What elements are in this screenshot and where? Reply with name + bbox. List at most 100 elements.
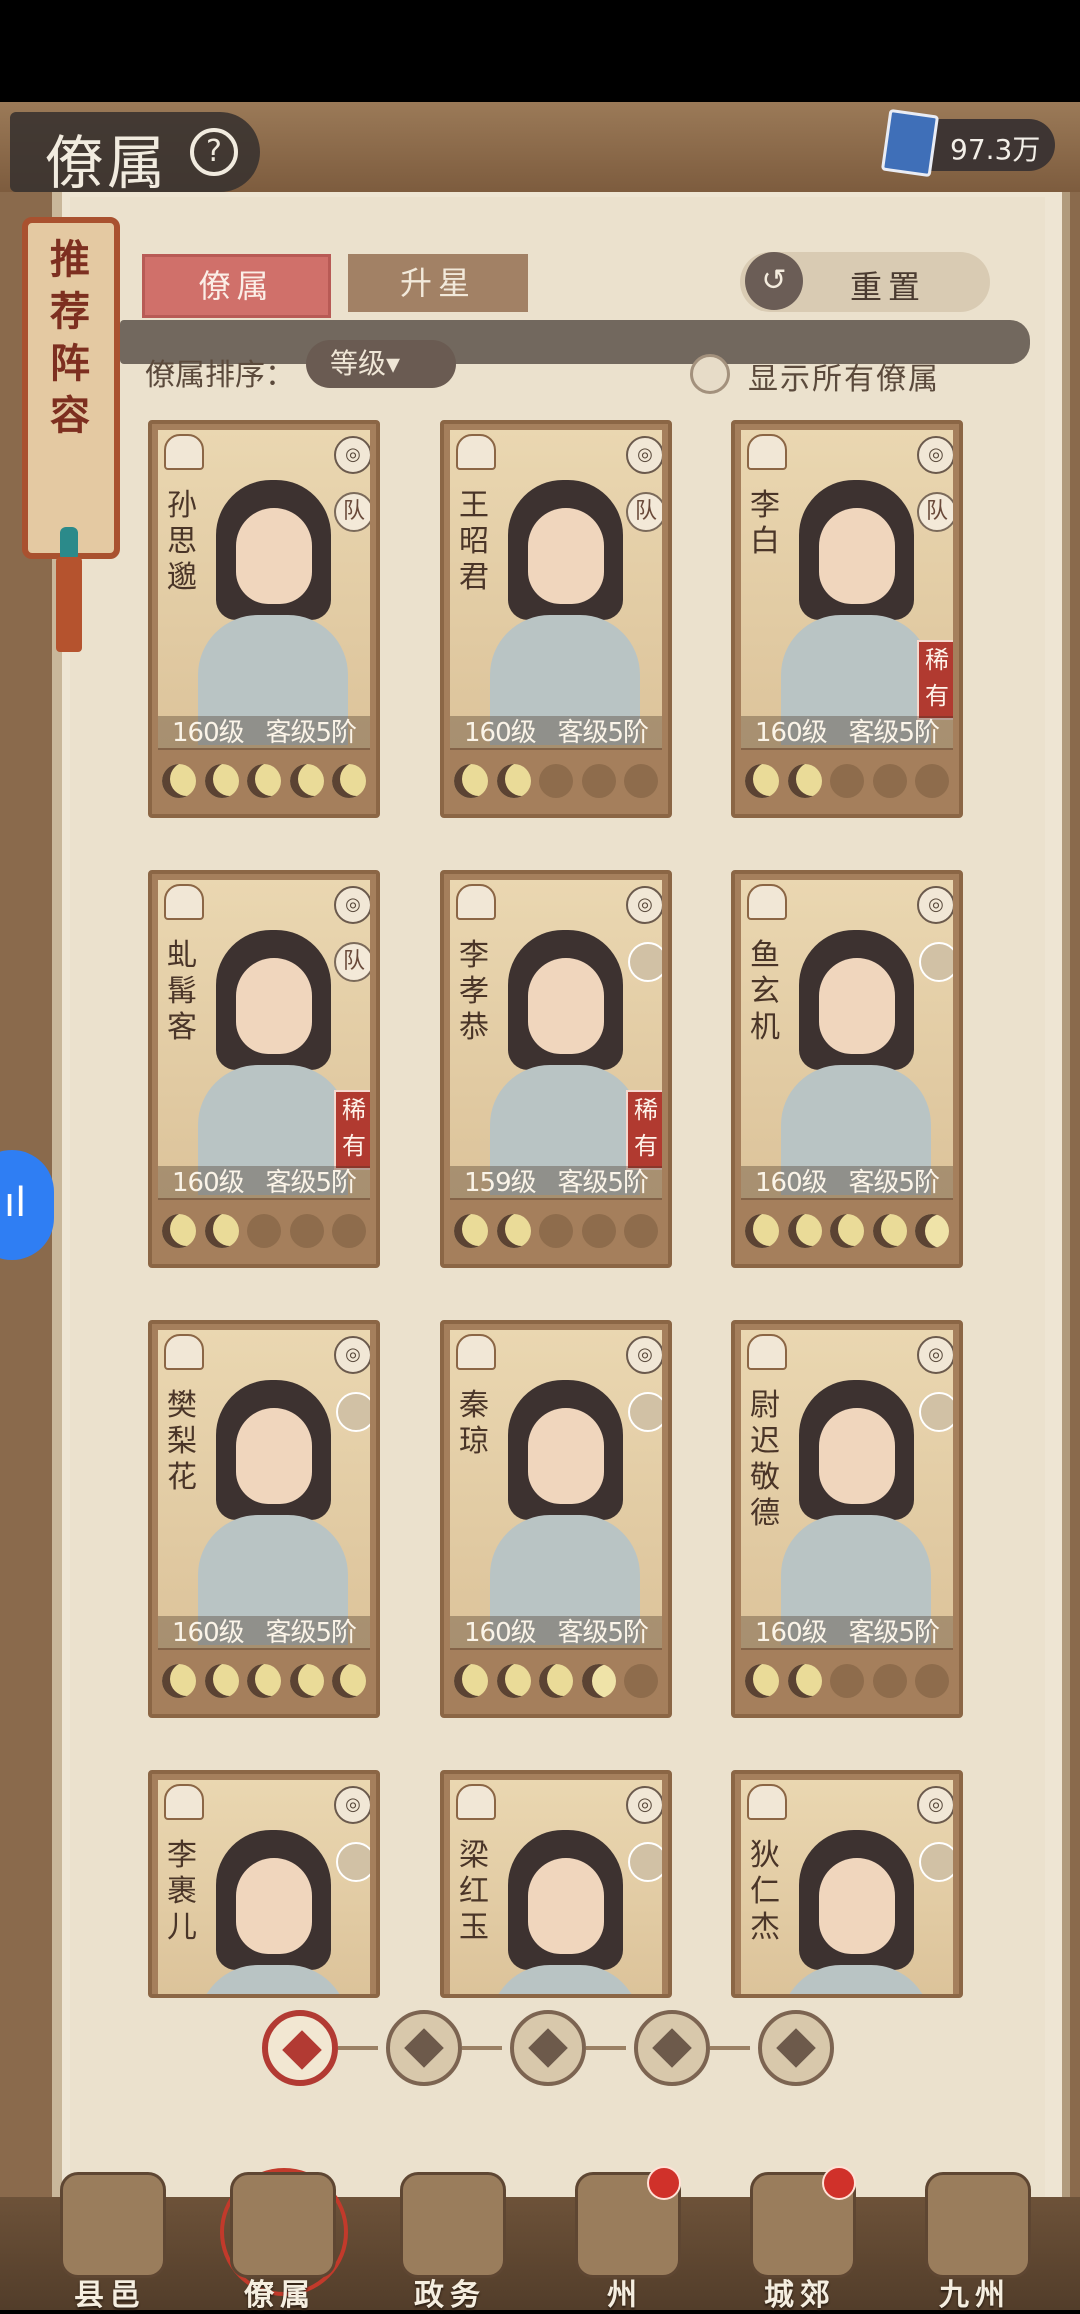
moon-star-icon bbox=[581, 1664, 616, 1698]
class-icon bbox=[164, 1334, 204, 1370]
moon-star-icon bbox=[204, 1214, 239, 1248]
bell-filter-icon[interactable] bbox=[386, 2010, 462, 2086]
moon-star-icon bbox=[624, 1214, 658, 1248]
level-rank: 160级 客级5阶 bbox=[158, 716, 370, 750]
gourd-filter-icon[interactable] bbox=[510, 2010, 586, 2086]
moon-star-icon bbox=[289, 1664, 324, 1698]
character-art bbox=[198, 930, 348, 1195]
moon-star-icon bbox=[581, 764, 616, 798]
rare-badge: 稀有 bbox=[917, 640, 953, 720]
portrait: ◎ 梁红玉 bbox=[450, 1780, 662, 1994]
fan-filter-icon[interactable] bbox=[634, 2010, 710, 2086]
moon-star-icon bbox=[204, 1664, 239, 1698]
level-rank: 160级 客级5阶 bbox=[158, 1616, 370, 1650]
role-icon: ◎ bbox=[917, 436, 953, 474]
card-name: 李白 bbox=[750, 488, 780, 559]
moon-star-icon bbox=[624, 1664, 658, 1698]
class-icon bbox=[747, 884, 787, 920]
subordinate-card[interactable]: ◎ 李孝恭 稀有 159级 客级5阶 bbox=[440, 870, 672, 1268]
star-moons bbox=[162, 1208, 366, 1254]
moon-star-icon bbox=[830, 1664, 864, 1698]
moon-star-icon bbox=[162, 1664, 196, 1698]
filter-glyph bbox=[652, 2028, 692, 2068]
portrait: ◎ 孙思邈 队 bbox=[158, 430, 370, 748]
nav-item[interactable]: 政务 bbox=[380, 2162, 520, 2313]
class-icon bbox=[747, 1334, 787, 1370]
subordinate-card[interactable]: ◎ 鱼玄机 160级 客级5阶 bbox=[731, 870, 963, 1268]
help-icon[interactable]: ? bbox=[190, 128, 238, 176]
moon-star-icon bbox=[830, 764, 864, 798]
card-name: 尉迟敬德 bbox=[750, 1388, 780, 1531]
tab-star-up[interactable]: 升星 bbox=[348, 254, 528, 312]
filter-connector bbox=[338, 2046, 378, 2050]
star-moons bbox=[745, 758, 949, 804]
role-icon: ◎ bbox=[626, 436, 662, 474]
role-icon: ◎ bbox=[626, 1336, 662, 1374]
nav-item[interactable]: 县邑 bbox=[40, 2162, 180, 2313]
character-art bbox=[490, 1380, 640, 1645]
nav-item[interactable]: 城郊 bbox=[730, 2162, 870, 2313]
team-badge: 队 bbox=[626, 492, 662, 532]
level-rank: 160级 客级5阶 bbox=[450, 1616, 662, 1650]
subordinate-card[interactable]: ◎ 虬髯客 队 稀有 160级 客级5阶 bbox=[148, 870, 380, 1268]
subordinate-card[interactable]: ◎ 秦琼 160级 客级5阶 bbox=[440, 1320, 672, 1718]
character-robe bbox=[781, 1965, 931, 1994]
nav-item[interactable]: 州 bbox=[555, 2162, 695, 2313]
filter-glyph bbox=[282, 2030, 322, 2070]
character-art bbox=[198, 480, 348, 745]
subordinate-card[interactable]: ◎ 尉迟敬德 160级 客级5阶 bbox=[731, 1320, 963, 1718]
portrait: ◎ 狄仁杰 bbox=[741, 1780, 953, 1994]
tassel-knot bbox=[60, 527, 78, 561]
character-face bbox=[528, 1408, 604, 1504]
star-moons bbox=[745, 1208, 949, 1254]
partner-avatar bbox=[919, 1842, 953, 1882]
role-icon: ◎ bbox=[626, 1786, 662, 1824]
moon-star-icon bbox=[830, 1214, 864, 1248]
class-icon bbox=[747, 434, 787, 470]
currency-value: 97.3万 bbox=[950, 133, 1041, 166]
game-screen: 僚属 ? 97.3万 推荐阵容 僚属 升星 ↺ 重置 僚属排序： 等级▾ 显示所… bbox=[0, 102, 1080, 2313]
lion-filter-icon[interactable] bbox=[758, 2010, 834, 2086]
portrait: ◎ 鱼玄机 bbox=[741, 880, 953, 1198]
card-name: 梁红玉 bbox=[459, 1838, 489, 1945]
partner-avatar bbox=[628, 942, 662, 982]
level-rank: 160级 客级5阶 bbox=[741, 716, 953, 750]
card-name: 鱼玄机 bbox=[750, 938, 780, 1045]
class-icon bbox=[456, 434, 496, 470]
subordinate-card[interactable]: ◎ 狄仁杰 bbox=[731, 1770, 963, 1998]
character-face bbox=[236, 1858, 312, 1954]
card-name: 狄仁杰 bbox=[750, 1838, 780, 1945]
subordinate-card[interactable]: ◎ 李白 队 稀有 160级 客级5阶 bbox=[731, 420, 963, 818]
subordinate-card[interactable]: ◎ 梁红玉 bbox=[440, 1770, 672, 1998]
moon-star-icon bbox=[872, 764, 907, 798]
sort-dropdown[interactable]: 等级▾ bbox=[306, 340, 456, 388]
subordinate-card[interactable]: ◎ 王昭君 队 160级 客级5阶 bbox=[440, 420, 672, 818]
nav-item[interactable]: 僚属 bbox=[210, 2162, 350, 2313]
card-name: 李孝恭 bbox=[459, 938, 489, 1045]
portrait: ◎ 李白 队 稀有 bbox=[741, 430, 953, 748]
subordinate-card[interactable]: ◎ 樊梨花 160级 客级5阶 bbox=[148, 1320, 380, 1718]
card-level: 160级 bbox=[172, 1618, 245, 1648]
star-moons bbox=[454, 1658, 658, 1704]
subordinate-card[interactable]: ◎ 李裹儿 bbox=[148, 1770, 380, 1998]
filter-connector bbox=[586, 2046, 626, 2050]
nav-label: 九州 bbox=[939, 2278, 1011, 2313]
card-level: 160级 bbox=[755, 1168, 828, 1198]
moon-star-icon bbox=[162, 764, 196, 798]
subordinate-card[interactable]: ◎ 孙思邈 队 160级 客级5阶 bbox=[148, 420, 380, 818]
notification-dot bbox=[822, 2166, 856, 2200]
show-all-checkbox[interactable] bbox=[690, 354, 730, 394]
reset-icon[interactable]: ↺ bbox=[745, 252, 803, 310]
card-rank: 客级5阶 bbox=[848, 718, 940, 748]
nav-item[interactable]: 九州 bbox=[905, 2162, 1045, 2313]
moon-star-icon bbox=[332, 1664, 366, 1698]
character-art bbox=[490, 480, 640, 745]
team-badge: 队 bbox=[334, 942, 370, 982]
portrait: ◎ 李裹儿 bbox=[158, 1780, 370, 1994]
all-filter-icon[interactable] bbox=[262, 2010, 338, 2086]
page-title: 僚属 bbox=[45, 129, 170, 197]
class-icon bbox=[747, 1784, 787, 1820]
nav-label: 政务 bbox=[414, 2278, 486, 2313]
tab-subordinates[interactable]: 僚属 bbox=[142, 254, 331, 318]
moon-star-icon bbox=[289, 764, 324, 798]
